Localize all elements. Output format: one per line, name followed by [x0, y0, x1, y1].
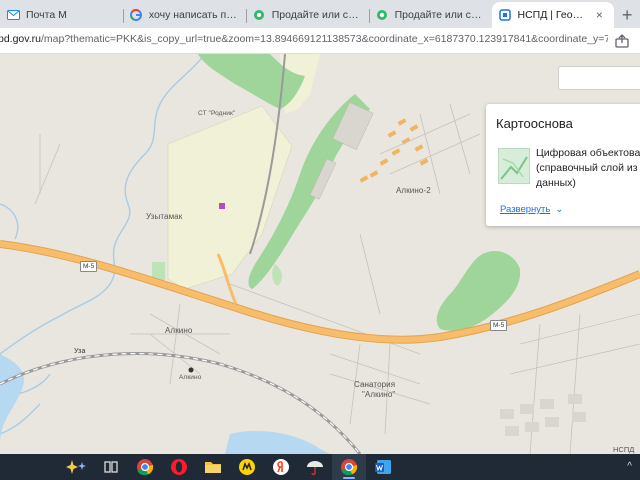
- close-tab-icon[interactable]: ×: [592, 8, 606, 22]
- map-label-alkino-station: Алкино: [179, 374, 202, 381]
- map-label-alkino: Алкино: [165, 326, 193, 335]
- screen: Почта М хочу написать про себя - G Прода…: [0, 0, 640, 480]
- expand-label: Развернуть: [500, 204, 551, 215]
- map-label-garden: СТ "Родник": [198, 110, 236, 117]
- tab-nspd[interactable]: НСПД | Геоинформационн ×: [491, 2, 615, 28]
- tab-title: НСПД | Геоинформационн: [517, 9, 589, 21]
- tab-listing-1[interactable]: Продайте или сдайте в арен: [245, 2, 369, 28]
- tab-title: хочу написать про себя - G: [148, 9, 238, 21]
- map-label-alkino2: Алкино-2: [396, 186, 431, 195]
- road-shield-m5-east: М-5: [490, 320, 508, 331]
- layer-desc-line: данных): [536, 177, 576, 189]
- expand-link[interactable]: Развернуть ⌄: [500, 204, 563, 215]
- mail-icon: [6, 8, 20, 22]
- tab-title: Продайте или сдайте в арен: [271, 9, 361, 21]
- copilot-icon[interactable]: [60, 454, 94, 480]
- listing-site-icon: [252, 8, 266, 22]
- listing-site-icon: [375, 8, 389, 22]
- google-icon: [129, 8, 143, 22]
- tab-mail[interactable]: Почта М: [0, 2, 123, 28]
- umbrella-app-icon[interactable]: [298, 454, 332, 480]
- yandex-browser-icon[interactable]: [264, 454, 298, 480]
- tab-strip: Почта М хочу написать про себя - G Прода…: [0, 0, 640, 28]
- map-label-sanatorium-2: "Алкино": [362, 390, 396, 399]
- chevron-down-icon: ⌄: [555, 204, 564, 215]
- yandex-market-icon[interactable]: [230, 454, 264, 480]
- layer-description: Цифровая объектова (справочный слой из д…: [536, 146, 640, 191]
- basemap-panel: Картооснова Цифровая объектова (справочн…: [486, 104, 640, 226]
- map-label-rail: Уза: [74, 348, 86, 355]
- url-host: pd.gov.ru: [0, 33, 41, 45]
- layer-desc-line: (справочный слой из: [536, 162, 638, 174]
- url-field[interactable]: pd.gov.ru/map?thematic=PKK&is_copy_url=t…: [0, 33, 608, 45]
- parcel-marker: [219, 203, 225, 209]
- panel-title: Картооснова: [496, 116, 573, 131]
- chrome-icon[interactable]: [128, 454, 162, 480]
- station-marker: [188, 367, 194, 373]
- tab-title: Продайте или сдайте в арен: [394, 9, 484, 21]
- tab-google[interactable]: хочу написать про себя - G: [122, 2, 246, 28]
- share-icon[interactable]: [614, 33, 630, 49]
- url-path: /map?thematic=PKK&is_copy_url=true&zoom=…: [41, 33, 608, 45]
- tray-chevron[interactable]: ^: [627, 461, 632, 472]
- map-search-input[interactable]: [558, 66, 640, 90]
- map-label-uzytamak: Узытамак: [146, 212, 183, 221]
- nspd-icon: [498, 8, 512, 22]
- taskbar: ^: [0, 454, 640, 480]
- basemap-thumbnail[interactable]: [498, 148, 530, 184]
- chrome-active-icon[interactable]: [332, 454, 366, 480]
- road-shield-m5-west: М-5: [80, 261, 98, 272]
- opera-icon[interactable]: [162, 454, 196, 480]
- file-explorer-icon[interactable]: [196, 454, 230, 480]
- tab-listing-2[interactable]: Продайте или сдайте в арен: [368, 2, 492, 28]
- layer-desc-line: Цифровая объектова: [536, 147, 640, 159]
- address-bar: pd.gov.ru/map?thematic=PKK&is_copy_url=t…: [0, 28, 640, 54]
- map-label-sanatorium-1: Санатория: [354, 380, 396, 389]
- task-view-icon[interactable]: [94, 454, 128, 480]
- tab-title: Почта М: [26, 9, 67, 21]
- new-tab-button[interactable]: +: [614, 2, 640, 28]
- word-icon[interactable]: [366, 454, 400, 480]
